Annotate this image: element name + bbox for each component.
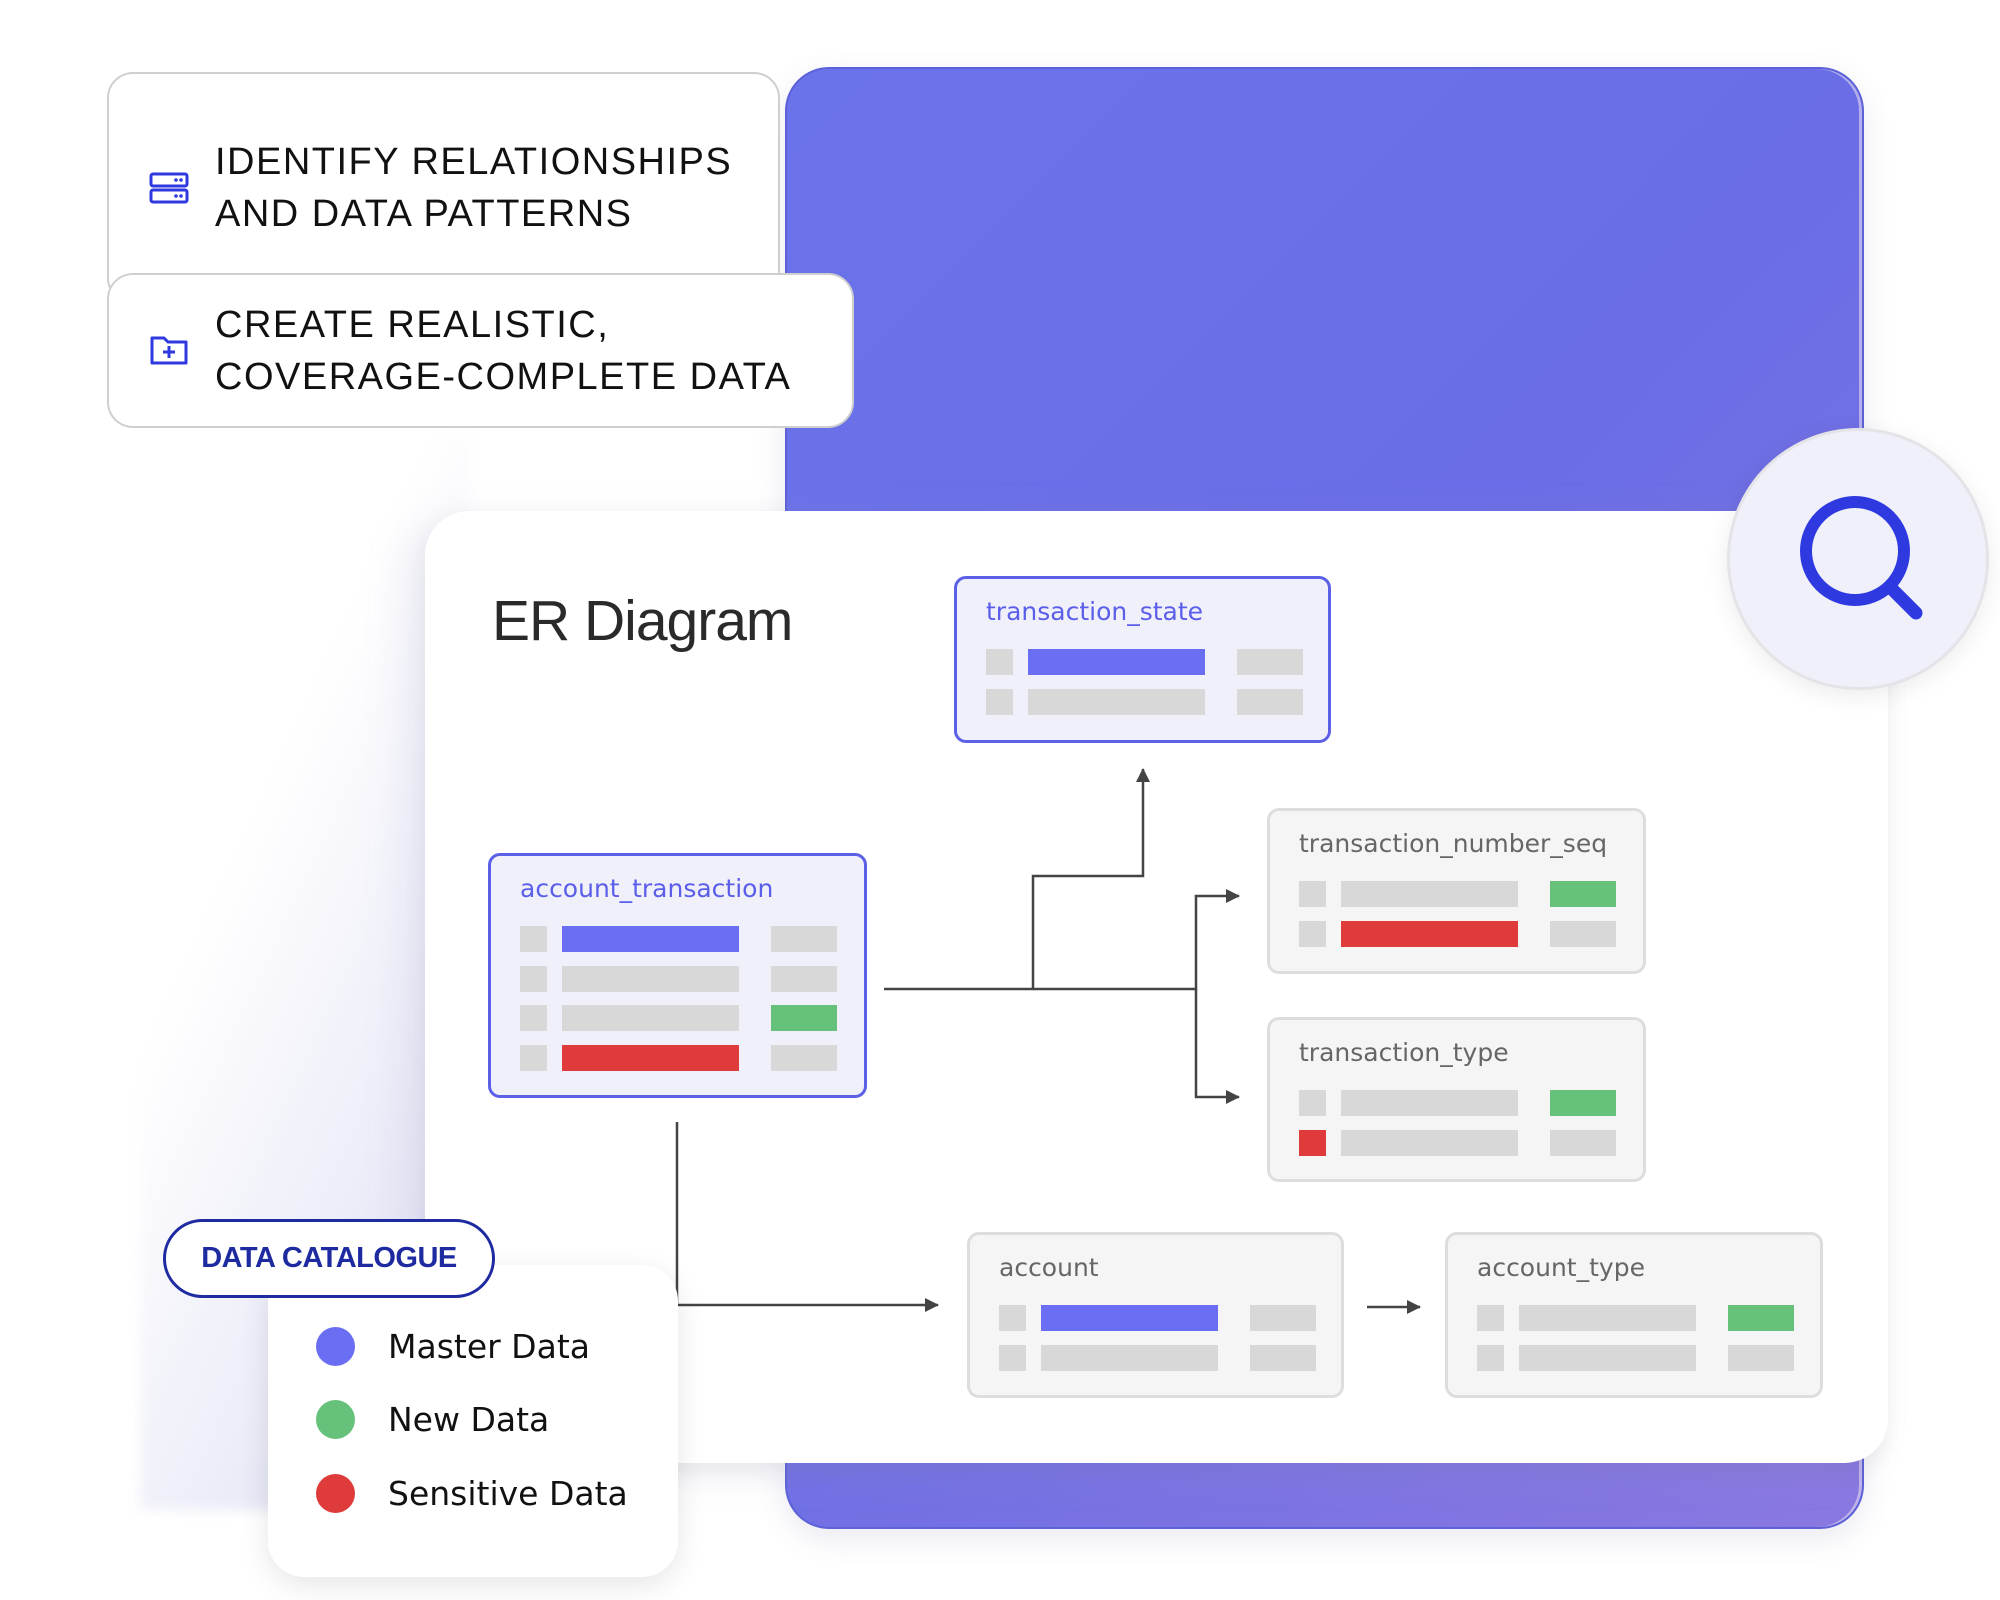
entity-field-row [1299, 921, 1616, 947]
entity-account-transaction[interactable]: account_transaction [488, 853, 867, 1098]
entity-transaction-type[interactable]: transaction_type [1267, 1017, 1646, 1182]
entity-title: account [999, 1253, 1099, 1282]
field-cell-empty [1477, 1345, 1504, 1371]
entity-field-row [1299, 1130, 1616, 1156]
field-cell-empty [520, 966, 547, 992]
feature-card-identify-relationships: IDENTIFY RELATIONSHIPS AND DATA PATTERNS [107, 72, 780, 304]
field-cell-sensitive [562, 1045, 739, 1071]
legend-item-master: Master Data [316, 1326, 590, 1366]
field-cell-empty [1250, 1305, 1316, 1331]
field-cell-empty [562, 1005, 739, 1031]
field-cell-empty [999, 1345, 1026, 1371]
field-cell-empty [1519, 1345, 1696, 1371]
field-cell-empty [1728, 1345, 1794, 1371]
field-cell-empty [771, 926, 837, 952]
field-cell-master [1028, 649, 1205, 675]
field-cell-empty [520, 1005, 547, 1031]
field-cell-empty [1237, 689, 1303, 715]
field-cell-empty [999, 1305, 1026, 1331]
entity-field-row [520, 966, 837, 992]
field-cell-empty [1299, 881, 1326, 907]
entity-field-row [1477, 1305, 1794, 1331]
field-cell-sensitive [1341, 921, 1518, 947]
server-icon [149, 172, 189, 204]
legend-label: New Data [388, 1399, 550, 1439]
legend-dot-master [316, 1326, 355, 1366]
field-cell-empty [1477, 1305, 1504, 1331]
field-cell-new [1550, 881, 1616, 907]
search-button[interactable] [1727, 428, 1989, 690]
field-cell-empty [1299, 1090, 1326, 1116]
entity-title: account_type [1477, 1253, 1645, 1282]
data-catalogue-badge[interactable]: DATA CATALOGUE [163, 1219, 495, 1298]
entity-field-row [986, 689, 1303, 715]
entity-transaction-state[interactable]: transaction_state [954, 576, 1331, 743]
field-cell-empty [1299, 921, 1326, 947]
entity-field-row [1299, 1090, 1616, 1116]
entity-field-row [520, 1045, 837, 1071]
legend-dot-new [316, 1399, 355, 1439]
field-cell-empty [1237, 649, 1303, 675]
field-cell-empty [1550, 1130, 1616, 1156]
field-cell-new [771, 1005, 837, 1031]
legend-label: Master Data [388, 1326, 590, 1366]
field-cell-empty [771, 966, 837, 992]
entity-field-row [986, 649, 1303, 675]
field-cell-empty [562, 966, 739, 992]
entity-field-row [999, 1345, 1316, 1371]
field-cell-empty [771, 1045, 837, 1071]
data-catalogue-legend: Master Data New Data Sensitive Data [268, 1265, 678, 1577]
entity-title: transaction_type [1299, 1038, 1509, 1067]
field-cell-empty [1550, 921, 1616, 947]
field-cell-empty [1341, 881, 1518, 907]
entity-field-row [1477, 1345, 1794, 1371]
field-cell-sensitive [1299, 1130, 1326, 1156]
entity-field-row [1299, 881, 1616, 907]
field-cell-empty [1341, 1090, 1518, 1116]
entity-field-row [999, 1305, 1316, 1331]
field-cell-empty [1250, 1345, 1316, 1371]
field-cell-new [1728, 1305, 1794, 1331]
entity-account-type[interactable]: account_type [1445, 1232, 1823, 1398]
search-icon [1800, 496, 1923, 620]
entity-title: transaction_state [986, 597, 1204, 626]
legend-dot-sensitive [316, 1473, 355, 1513]
field-cell-new [1550, 1090, 1616, 1116]
feature-card-create-data: CREATE REALISTIC, COVERAGE-COMPLETE DATA [107, 273, 854, 428]
entity-field-row [520, 1005, 837, 1031]
entity-title: transaction_number_seq [1299, 829, 1608, 858]
field-cell-empty [520, 1045, 547, 1071]
feature-label: IDENTIFY RELATIONSHIPS AND DATA PATTERNS [215, 141, 733, 235]
entity-account[interactable]: account [967, 1232, 1344, 1398]
legend-item-new: New Data [316, 1399, 549, 1439]
field-cell-empty [986, 649, 1013, 675]
folder-plus-icon [149, 334, 189, 366]
field-cell-empty [1519, 1305, 1696, 1331]
entity-field-row [520, 926, 837, 952]
field-cell-master [1041, 1305, 1218, 1331]
entity-title: account_transaction [520, 874, 774, 903]
field-cell-empty [520, 926, 547, 952]
entity-transaction-number-seq[interactable]: transaction_number_seq [1267, 808, 1646, 974]
legend-label: Sensitive Data [388, 1473, 628, 1513]
field-cell-empty [1041, 1345, 1218, 1371]
field-cell-master [562, 926, 739, 952]
field-cell-empty [1028, 689, 1205, 715]
er-diagram-title: ER Diagram [492, 589, 793, 653]
feature-label: CREATE REALISTIC, COVERAGE-COMPLETE DATA [215, 303, 792, 398]
field-cell-empty [986, 689, 1013, 715]
legend-item-sensitive: Sensitive Data [316, 1473, 628, 1513]
field-cell-empty [1341, 1130, 1518, 1156]
